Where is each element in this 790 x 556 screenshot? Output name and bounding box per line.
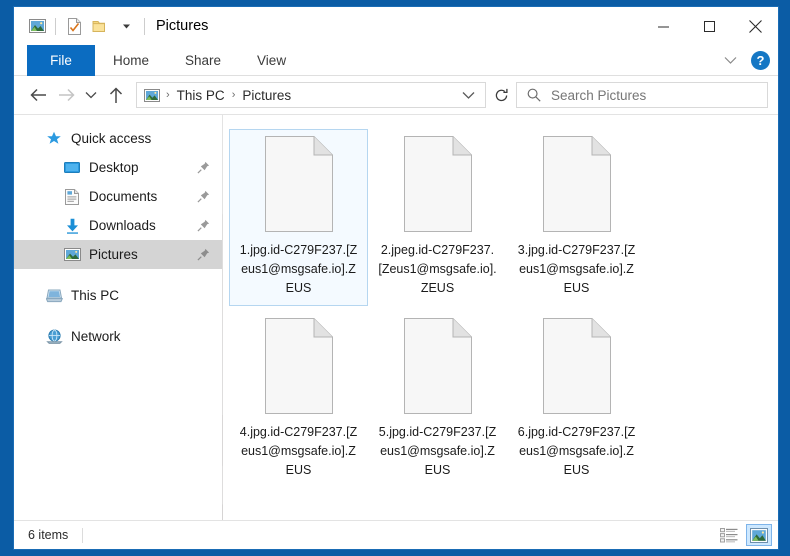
pin-icon[interactable]	[197, 190, 210, 203]
generic-file-icon	[401, 318, 475, 414]
address-bar[interactable]: › This PC › Pictures	[136, 82, 486, 108]
address-toolbar: › This PC › Pictures Search Pictures	[14, 76, 778, 114]
desktop-icon	[62, 158, 82, 178]
sidebar-item-network[interactable]: Network	[14, 322, 222, 351]
file-name-label: 4.jpg.id-C279F237.[Zeus1@msgsafe.io].ZEU…	[239, 425, 358, 477]
generic-file-icon	[401, 136, 475, 232]
address-pictures-icon	[144, 88, 160, 102]
close-button[interactable]	[732, 7, 778, 45]
tab-share[interactable]: Share	[167, 45, 239, 76]
status-bar: 6 items	[14, 520, 778, 549]
sidebar-item-label: Downloads	[89, 218, 156, 233]
large-icons-view-button[interactable]	[746, 524, 772, 546]
ribbon-tab-bar: File Home Share View ?	[14, 45, 778, 76]
collapse-ribbon-chevron-icon[interactable]	[720, 56, 741, 65]
documents-icon	[62, 187, 82, 207]
search-icon	[527, 88, 541, 102]
file-name-label: 6.jpg.id-C279F237.[Zeus1@msgsafe.io].ZEU…	[517, 425, 636, 477]
item-count-label: 6 items	[28, 528, 69, 542]
file-item[interactable]: 5.jpg.id-C279F237.[Zeus1@msgsafe.io].ZEU…	[368, 311, 507, 488]
file-explorer-window: Pictures File Home Share View ? › This P…	[13, 6, 779, 550]
file-name-label: 2.jpeg.id-C279F237.[Zeus1@msgsafe.io].ZE…	[378, 243, 497, 295]
pin-icon[interactable]	[197, 248, 210, 261]
help-button[interactable]: ?	[751, 51, 770, 70]
ribbon-right-controls: ?	[720, 45, 770, 76]
file-item[interactable]: 4.jpg.id-C279F237.[Zeus1@msgsafe.io].ZEU…	[229, 311, 368, 488]
title-bar: Pictures	[14, 7, 778, 45]
sidebar-item-label: Network	[71, 329, 121, 344]
picture-icon[interactable]	[24, 13, 50, 39]
sidebar-item-label: Desktop	[89, 160, 139, 175]
file-name-label: 1.jpg.id-C279F237.[Zeus1@msgsafe.io].ZEU…	[239, 243, 358, 295]
breadcrumb-pictures[interactable]: Pictures	[239, 88, 294, 103]
sidebar-item-label: Documents	[89, 189, 158, 204]
breadcrumb-separator-2: ›	[231, 89, 236, 101]
search-input[interactable]: Search Pictures	[551, 88, 646, 103]
pin-icon[interactable]	[197, 161, 210, 174]
file-item[interactable]: 6.jpg.id-C279F237.[Zeus1@msgsafe.io].ZEU…	[507, 311, 646, 488]
sidebar-item-quick-access[interactable]: Quick access	[14, 124, 222, 153]
breadcrumb-this-pc[interactable]: This PC	[174, 88, 228, 103]
sidebar-item-downloads[interactable]: Downloads	[14, 211, 222, 240]
file-item[interactable]: 2.jpeg.id-C279F237.[Zeus1@msgsafe.io].ZE…	[368, 129, 507, 306]
qat-divider-2	[144, 17, 145, 35]
minimize-button[interactable]	[640, 7, 686, 45]
qat-divider	[55, 17, 56, 35]
sidebar-item-documents[interactable]: Documents	[14, 182, 222, 211]
maximize-button[interactable]	[686, 7, 732, 45]
window-title: Pictures	[156, 18, 209, 34]
downloads-icon	[62, 216, 82, 236]
quick-access-toolbar: Pictures	[14, 13, 208, 39]
properties-icon[interactable]	[61, 13, 87, 39]
generic-file-icon	[262, 136, 336, 232]
file-item[interactable]: 3.jpg.id-C279F237.[Zeus1@msgsafe.io].ZEU…	[507, 129, 646, 306]
file-name-label: 3.jpg.id-C279F237.[Zeus1@msgsafe.io].ZEU…	[517, 243, 636, 295]
sidebar-gap-1	[14, 269, 222, 281]
address-dropdown-chevron-icon[interactable]	[456, 91, 481, 100]
star-icon	[44, 129, 64, 149]
up-button[interactable]	[102, 81, 130, 109]
pin-icon[interactable]	[197, 219, 210, 232]
sidebar-item-pictures[interactable]: Pictures	[14, 240, 222, 269]
search-box[interactable]: Search Pictures	[516, 82, 768, 108]
tab-file[interactable]: File	[27, 45, 95, 76]
back-button[interactable]	[24, 81, 52, 109]
explorer-body: risk.com Quick access Desktop	[14, 114, 778, 549]
new-folder-icon[interactable]	[87, 13, 113, 39]
navigation-pane: Quick access Desktop Documents Downloads…	[14, 115, 222, 520]
sidebar-item-label: This PC	[71, 288, 120, 303]
file-item[interactable]: 1.jpg.id-C279F237.[Zeus1@msgsafe.io].ZEU…	[229, 129, 368, 306]
file-grid: 1.jpg.id-C279F237.[Zeus1@msgsafe.io].ZEU…	[229, 129, 778, 493]
breadcrumb-separator-1: ›	[166, 89, 170, 101]
network-icon	[44, 327, 64, 347]
refresh-button[interactable]	[486, 82, 516, 108]
tab-home[interactable]: Home	[95, 45, 167, 76]
generic-file-icon	[540, 136, 614, 232]
tab-view[interactable]: View	[239, 45, 304, 76]
this-pc-icon	[44, 286, 64, 306]
view-mode-buttons	[716, 524, 772, 546]
generic-file-icon	[262, 318, 336, 414]
sidebar-item-label: Pictures	[89, 247, 138, 262]
sidebar-item-this-pc[interactable]: This PC	[14, 281, 222, 310]
sidebar-item-desktop[interactable]: Desktop	[14, 153, 222, 182]
pictures-icon	[62, 245, 82, 265]
sidebar-gap-2	[14, 310, 222, 322]
file-name-label: 5.jpg.id-C279F237.[Zeus1@msgsafe.io].ZEU…	[378, 425, 497, 477]
window-controls	[640, 7, 778, 45]
generic-file-icon	[540, 318, 614, 414]
forward-button[interactable]	[52, 81, 80, 109]
details-view-button[interactable]	[716, 524, 742, 546]
status-divider	[82, 527, 84, 543]
sidebar-item-label: Quick access	[71, 131, 152, 146]
recent-locations-chevron-icon[interactable]	[80, 81, 102, 109]
chevron-down-icon[interactable]	[113, 13, 139, 39]
file-list-view[interactable]: 1.jpg.id-C279F237.[Zeus1@msgsafe.io].ZEU…	[223, 115, 778, 520]
